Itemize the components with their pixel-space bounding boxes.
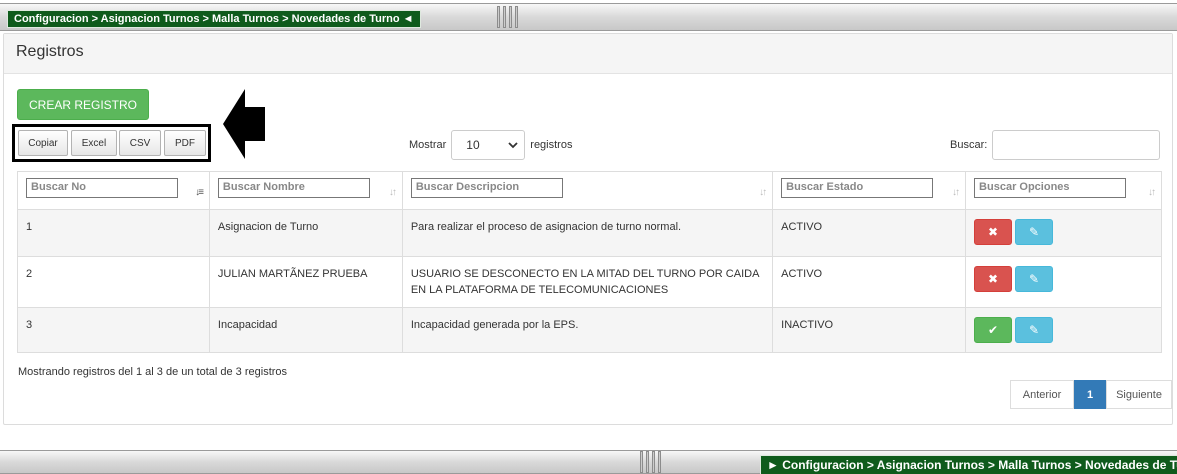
cell-descripcion: USUARIO SE DESCONECTO EN LA MITAD DEL TU… (401, 256, 774, 308)
cell-opciones: ✔ ✎ (965, 307, 1162, 353)
previous-page-button[interactable]: Anterior (1010, 380, 1074, 409)
cell-no: 1 (17, 209, 210, 257)
cell-nombre: Incapacidad (208, 307, 403, 353)
search-label: Buscar: (950, 139, 988, 151)
sort-icon[interactable]: ↓↑ (759, 187, 767, 198)
chevron-down-icon (508, 142, 518, 149)
bottom-toolbar: ► Configuracion > Asignacion Turnos > Ma… (0, 450, 1177, 474)
filter-nombre-input[interactable]: Buscar Nombre (217, 178, 370, 198)
pointer-arrow-icon (223, 89, 265, 159)
breadcrumb-text: Configuracion > Asignacion Turnos > Mall… (782, 458, 1177, 472)
close-icon: ✖ (988, 272, 999, 286)
edit-button[interactable]: ✎ (1015, 317, 1054, 343)
expand-icon[interactable]: ► (767, 458, 779, 472)
cell-descripcion: Incapacidad generada por la EPS. (401, 307, 774, 353)
edit-button[interactable]: ✎ (1015, 219, 1054, 245)
cell-opciones: ✖ ✎ (965, 256, 1162, 308)
edit-button[interactable]: ✎ (1015, 266, 1054, 292)
activate-button[interactable]: ✔ (974, 317, 1013, 343)
top-toolbar: Configuracion > Asignacion Turnos > Mall… (0, 3, 1177, 31)
panel-title: Registros (4, 34, 1172, 74)
filter-opciones-input[interactable]: Buscar Opciones (974, 178, 1127, 198)
cell-nombre: Asignacion de Turno (208, 209, 403, 257)
cell-no: 3 (17, 307, 210, 353)
filter-row: Buscar No ↓≡ Buscar Nombre ↓↑ Buscar Des… (17, 171, 1162, 210)
search-control: Buscar: (950, 130, 1161, 160)
cell-descripcion: Para realizar el proceso de asignacion d… (401, 209, 774, 257)
cell-no: 2 (17, 256, 210, 308)
page-length-value: 10 (466, 138, 480, 152)
column-opciones-header[interactable]: Buscar Opciones ↓↑ (965, 171, 1162, 210)
table-row: 1 Asignacion de Turno Para realizar el p… (17, 209, 1162, 257)
export-buttons-group: Copiar Excel CSV PDF (12, 124, 211, 162)
close-icon: ✖ (988, 225, 999, 239)
search-input[interactable] (992, 130, 1161, 160)
edit-icon: ✎ (1029, 272, 1040, 286)
page-length-select[interactable]: 10 (451, 130, 526, 160)
breadcrumb[interactable]: Configuracion > Asignacion Turnos > Mall… (7, 10, 421, 28)
records-table: Buscar No ↓≡ Buscar Nombre ↓↑ Buscar Des… (17, 171, 1162, 353)
table-row: 3 Incapacidad Incapacidad generada por l… (17, 307, 1162, 353)
pdf-button[interactable]: PDF (164, 130, 206, 156)
next-page-button[interactable]: Siguiente (1106, 380, 1172, 409)
cell-estado: INACTIVO (772, 307, 967, 353)
sort-asc-icon[interactable]: ↓≡ (195, 187, 204, 198)
records-panel: Registros CREAR REGISTRO Copiar Excel CS… (3, 33, 1173, 425)
cell-opciones: ✖ ✎ (965, 209, 1162, 257)
cell-nombre: JULIAN MARTÃNEZ PRUEBA (208, 256, 403, 308)
delete-button[interactable]: ✖ (974, 219, 1013, 245)
filter-no-input[interactable]: Buscar No (26, 178, 178, 198)
copy-button[interactable]: Copiar (18, 130, 68, 156)
current-page-button[interactable]: 1 (1074, 380, 1106, 409)
check-icon: ✔ (988, 323, 999, 337)
pagination: Anterior 1 Siguiente (1010, 380, 1172, 409)
sort-icon[interactable]: ↓↑ (952, 187, 960, 198)
delete-button[interactable]: ✖ (974, 266, 1013, 292)
column-no-header[interactable]: Buscar No ↓≡ (17, 171, 210, 210)
length-prefix: Mostrar (409, 139, 447, 151)
splitter-grip[interactable] (640, 451, 661, 473)
breadcrumb-text: Configuracion > Asignacion Turnos > Mall… (14, 13, 400, 25)
cell-estado: ACTIVO (772, 256, 967, 308)
filter-descripcion-input[interactable]: Buscar Descripcion (410, 178, 563, 198)
breadcrumb-bottom[interactable]: ► Configuracion > Asignacion Turnos > Ma… (760, 455, 1177, 474)
csv-button[interactable]: CSV (119, 130, 161, 156)
excel-button[interactable]: Excel (71, 130, 117, 156)
sort-icon[interactable]: ↓↑ (1148, 187, 1156, 198)
sort-icon[interactable]: ↓↑ (389, 187, 397, 198)
collapse-icon[interactable]: ◄ (403, 13, 414, 25)
column-nombre-header[interactable]: Buscar Nombre ↓↑ (208, 171, 403, 210)
column-descripcion-header[interactable]: Buscar Descripcion ↓↑ (401, 171, 774, 210)
table-info: Mostrando registros del 1 al 3 de un tot… (18, 366, 288, 378)
edit-icon: ✎ (1029, 225, 1040, 239)
splitter-grip[interactable] (497, 6, 518, 28)
edit-icon: ✎ (1029, 323, 1040, 337)
cell-estado: ACTIVO (772, 209, 967, 257)
table-row: 2 JULIAN MARTÃNEZ PRUEBA USUARIO SE DESC… (17, 256, 1162, 308)
filter-estado-input[interactable]: Buscar Estado (781, 178, 934, 198)
create-record-button[interactable]: CREAR REGISTRO (17, 89, 149, 120)
column-estado-header[interactable]: Buscar Estado ↓↑ (772, 171, 967, 210)
page-length-control: Mostrar 10 registros (409, 130, 572, 160)
length-suffix: registros (530, 139, 573, 151)
